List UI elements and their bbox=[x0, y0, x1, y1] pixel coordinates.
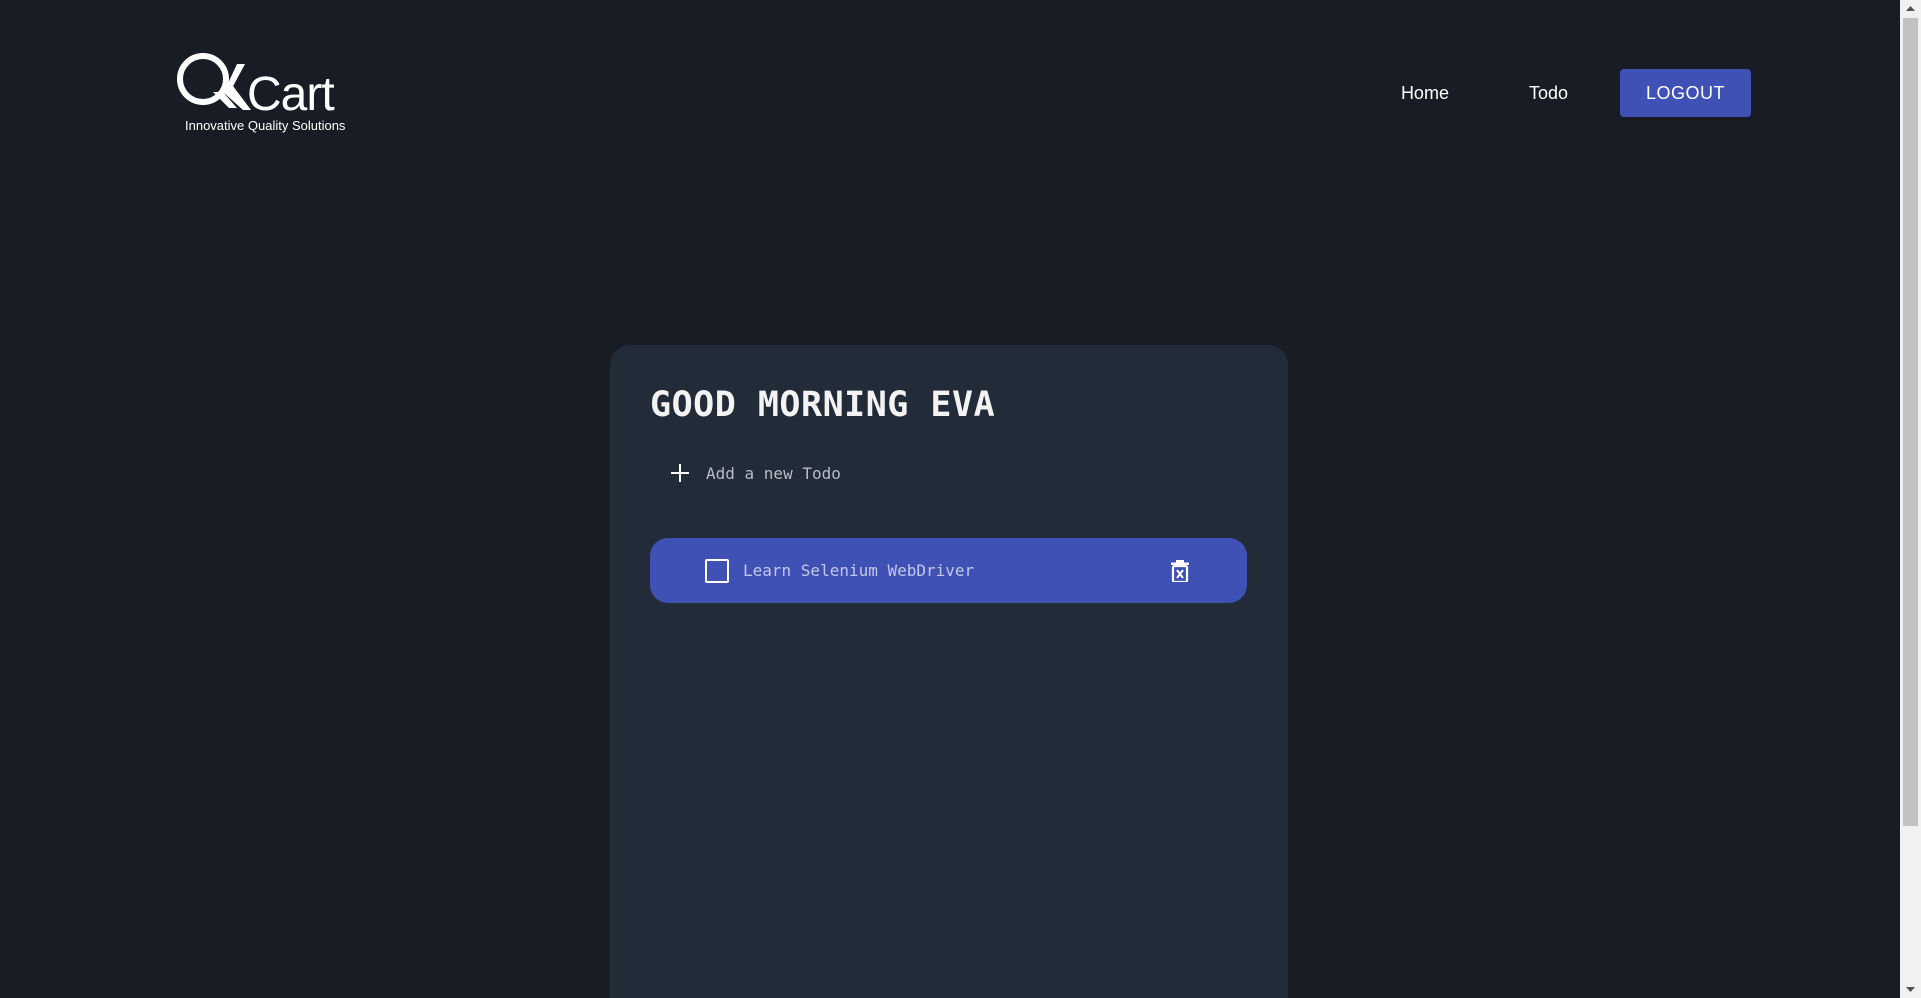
page: Cart Innovative Quality Solutions Home T… bbox=[0, 0, 1921, 998]
qkart-logo[interactable]: Cart Innovative Quality Solutions bbox=[175, 52, 375, 138]
logout-button[interactable]: LOGOUT bbox=[1620, 69, 1751, 117]
nav-todo-link[interactable]: Todo bbox=[1489, 71, 1608, 116]
scrollbar-thumb[interactable] bbox=[1903, 18, 1918, 826]
scroll-down-arrow-icon[interactable] bbox=[1900, 981, 1921, 998]
nav-home-link[interactable]: Home bbox=[1361, 71, 1489, 116]
todo-item: Learn Selenium WebDriver bbox=[650, 538, 1247, 603]
greeting-title: GOOD MORNING EVA bbox=[650, 385, 996, 425]
top-nav: Home Todo LOGOUT bbox=[1361, 69, 1751, 117]
plus-icon[interactable] bbox=[670, 463, 690, 483]
todo-checkbox[interactable] bbox=[705, 558, 729, 583]
scroll-up-arrow-icon[interactable] bbox=[1900, 0, 1921, 17]
add-todo-input[interactable] bbox=[706, 463, 1106, 483]
qkart-logo-mark: Cart Innovative Quality Solutions bbox=[177, 53, 346, 133]
svg-text:Cart: Cart bbox=[247, 68, 334, 121]
add-todo-row[interactable] bbox=[670, 463, 1106, 483]
logo-tagline: Innovative Quality Solutions bbox=[185, 118, 346, 133]
trash-icon[interactable] bbox=[1171, 560, 1189, 582]
page-scrollbar[interactable] bbox=[1900, 0, 1921, 998]
todo-text: Learn Selenium WebDriver bbox=[743, 561, 975, 580]
todo-card: GOOD MORNING EVA Learn Selenium WebDrive… bbox=[610, 345, 1288, 998]
